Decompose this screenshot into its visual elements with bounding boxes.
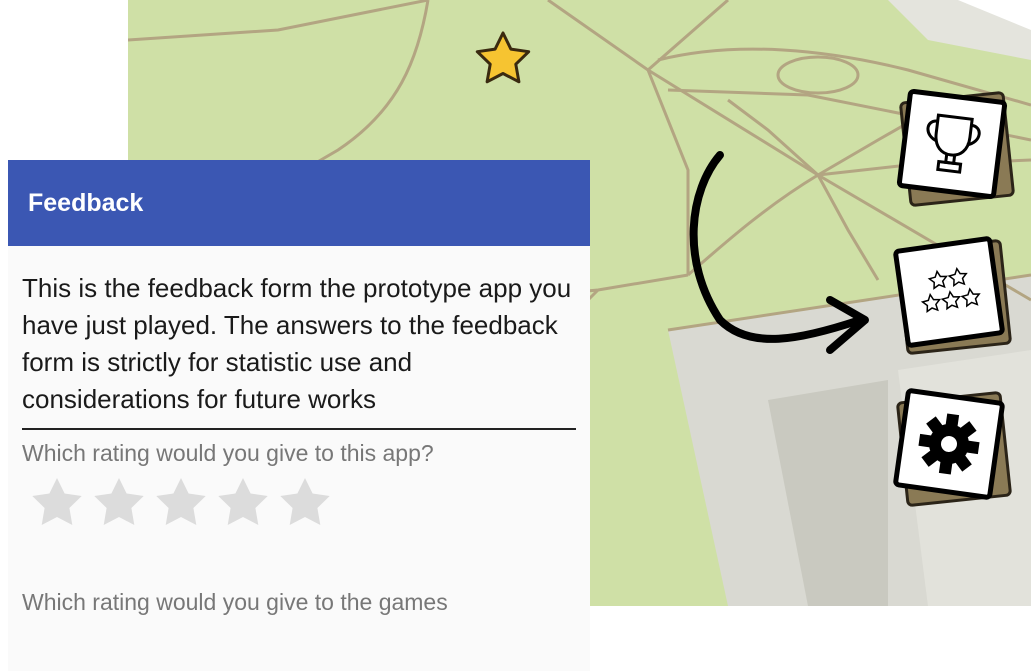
trophy-icon bbox=[926, 113, 981, 174]
rating-star-icon[interactable] bbox=[216, 477, 270, 531]
rating-star-icon[interactable] bbox=[278, 477, 332, 531]
settings-button[interactable] bbox=[892, 387, 1013, 508]
trophy-button-face[interactable] bbox=[896, 88, 1008, 200]
rating-star-icon[interactable] bbox=[30, 477, 84, 531]
feedback-intro-text: This is the feedback form the prototype … bbox=[22, 273, 572, 414]
trophy-button[interactable] bbox=[896, 88, 1016, 208]
arrow-icon bbox=[689, 151, 869, 354]
rating-button[interactable] bbox=[892, 235, 1013, 356]
question-app-rating: Which rating would you give to this app? bbox=[22, 440, 434, 466]
stars-icon bbox=[920, 266, 982, 313]
gear-icon bbox=[918, 413, 980, 475]
divider bbox=[22, 428, 576, 430]
rating-button-face[interactable] bbox=[892, 235, 1006, 349]
settings-button-face[interactable] bbox=[892, 387, 1006, 501]
rating-star-icon[interactable] bbox=[92, 477, 146, 531]
app-rating-bar[interactable] bbox=[30, 477, 590, 531]
feedback-panel: Feedback This is the feedback form the p… bbox=[8, 160, 590, 671]
rating-star-icon[interactable] bbox=[154, 477, 208, 531]
question-games-rating: Which rating would you give to the games bbox=[22, 589, 448, 615]
feedback-title: Feedback bbox=[28, 188, 144, 217]
feedback-header: Feedback bbox=[8, 160, 590, 246]
